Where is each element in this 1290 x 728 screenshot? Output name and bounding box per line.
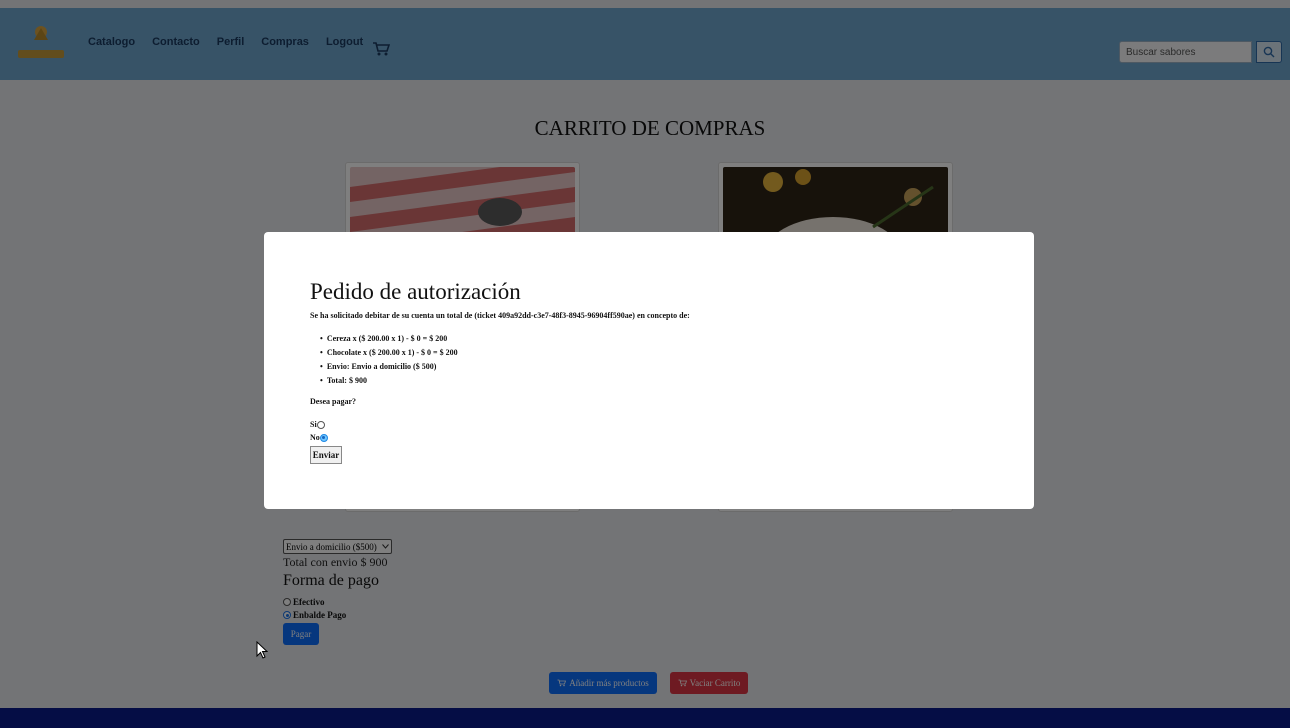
option-no-label: No: [310, 433, 320, 442]
modal-title: Pedido de autorización: [310, 279, 521, 304]
mouse-pointer-icon: [256, 641, 268, 659]
pay-question: Desea pagar?: [310, 397, 356, 406]
modal-description: Se ha solicitado debitar de su cuenta un…: [310, 311, 690, 320]
list-item: Envio: Envio a domicilio ($ 500): [320, 360, 458, 374]
list-item: Chocolate x ($ 200.00 x 1) - $ 0 = $ 200: [320, 346, 458, 360]
option-si[interactable]: Si: [310, 420, 325, 429]
order-items-list: Cereza x ($ 200.00 x 1) - $ 0 = $ 200 Ch…: [320, 332, 458, 388]
list-item: Total: $ 900: [320, 374, 458, 388]
radio-si[interactable]: [316, 420, 325, 429]
option-no[interactable]: No: [310, 433, 328, 442]
authorization-modal: Pedido de autorización Se ha solicitado …: [264, 232, 1034, 509]
list-item: Cereza x ($ 200.00 x 1) - $ 0 = $ 200: [320, 332, 458, 346]
enviar-button[interactable]: Enviar: [310, 446, 342, 464]
radio-no[interactable]: [319, 433, 328, 442]
option-si-label: Si: [310, 420, 317, 429]
